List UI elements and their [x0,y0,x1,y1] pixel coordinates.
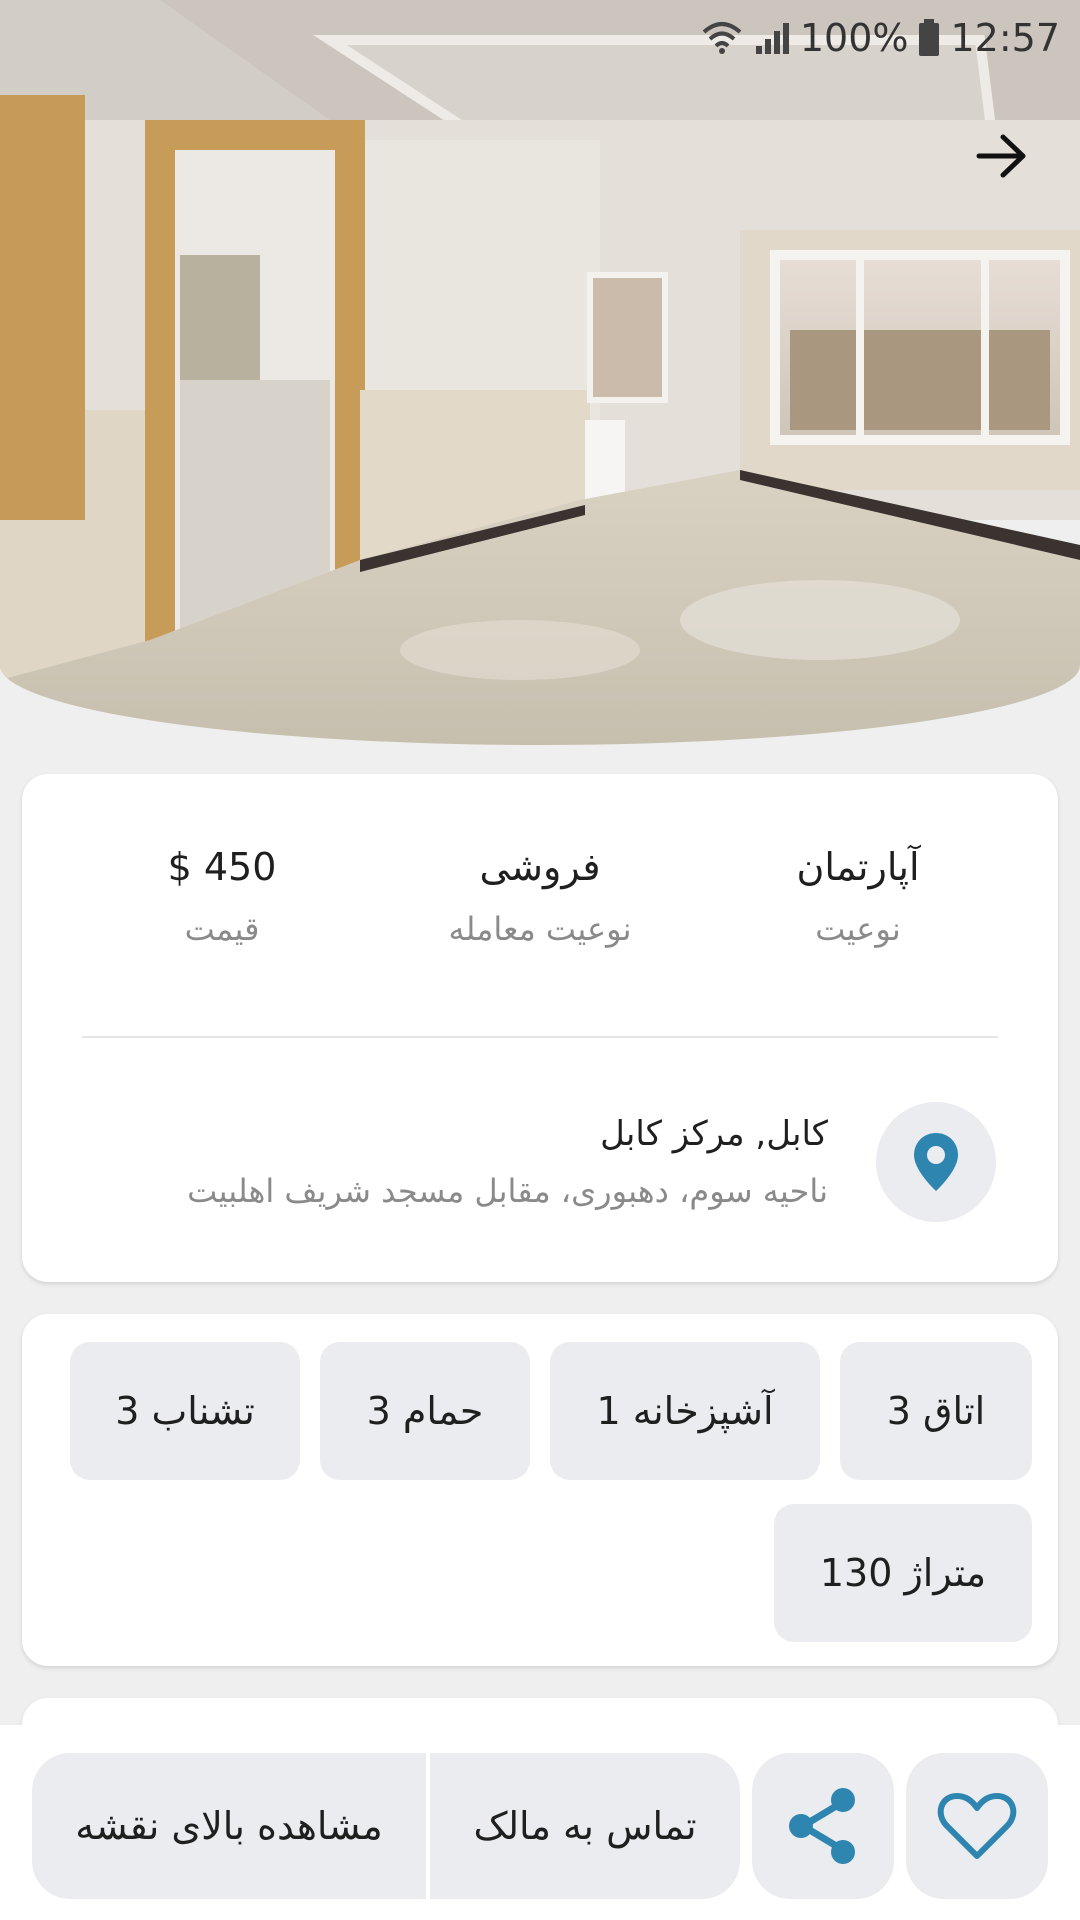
fact-price: $ 450 قیمت [82,834,362,984]
location-title: کابل, مرکز کابل [600,1114,828,1154]
share-icon [789,1788,855,1864]
fact-deal: فروشی نوعیت معامله [400,834,680,984]
property-summary-card: آپارتمان نوعیت فروشی نوعیت معامله $ 450 … [22,774,1058,1282]
contact-owner-button[interactable]: تماس به مالک [430,1753,740,1899]
clock: 12:57 [950,16,1060,60]
property-type-label: نوعیت [815,910,901,948]
feature-area: متراژ 130 [774,1504,1032,1642]
feature-toilet: تشناب 3 [70,1342,300,1480]
bottom-action-bar: تماس به مالک مشاهده بالای نقشه [0,1725,1080,1920]
location-pin-icon [914,1133,958,1191]
deal-type-label: نوعیت معامله [448,910,632,948]
location-address: ناحیه سوم، دهبوری، مقابل مسجد شریف اهلبی… [187,1172,828,1210]
status-bar: 100% 12:57 [700,10,1060,66]
share-button[interactable] [752,1753,894,1899]
view-on-map-button[interactable]: مشاهده بالای نقشه [32,1753,426,1899]
location-pin-button[interactable] [876,1102,996,1222]
back-button[interactable] [970,124,1034,188]
heart-icon [937,1793,1017,1859]
location-row[interactable]: کابل, مرکز کابل ناحیه سوم، دهبوری، مقابل… [82,1102,996,1222]
divider [82,1036,998,1038]
feature-kitchen: آشپزخانه 1 [550,1342,820,1480]
battery-percent: 100% [799,16,909,60]
feature-bath: حمام 3 [320,1342,530,1480]
feature-rooms: اتاق 3 [840,1342,1032,1480]
fact-type: آپارتمان نوعیت [718,834,998,984]
price-label: قیمت [184,910,260,948]
signal-icon [754,20,790,56]
deal-type-value: فروشی [479,845,601,889]
price-value: $ 450 [167,845,277,889]
arrow-right-icon [976,134,1026,178]
property-photo [0,0,1080,745]
property-facts: آپارتمان نوعیت فروشی نوعیت معامله $ 450 … [82,834,998,984]
property-features-card: اتاق 3 آشپزخانه 1 حمام 3 تشناب 3 متراژ 1… [22,1314,1058,1666]
favorite-button[interactable] [906,1753,1048,1899]
battery-icon [918,19,940,57]
wifi-icon [700,20,744,56]
property-type-value: آپارتمان [796,845,920,889]
